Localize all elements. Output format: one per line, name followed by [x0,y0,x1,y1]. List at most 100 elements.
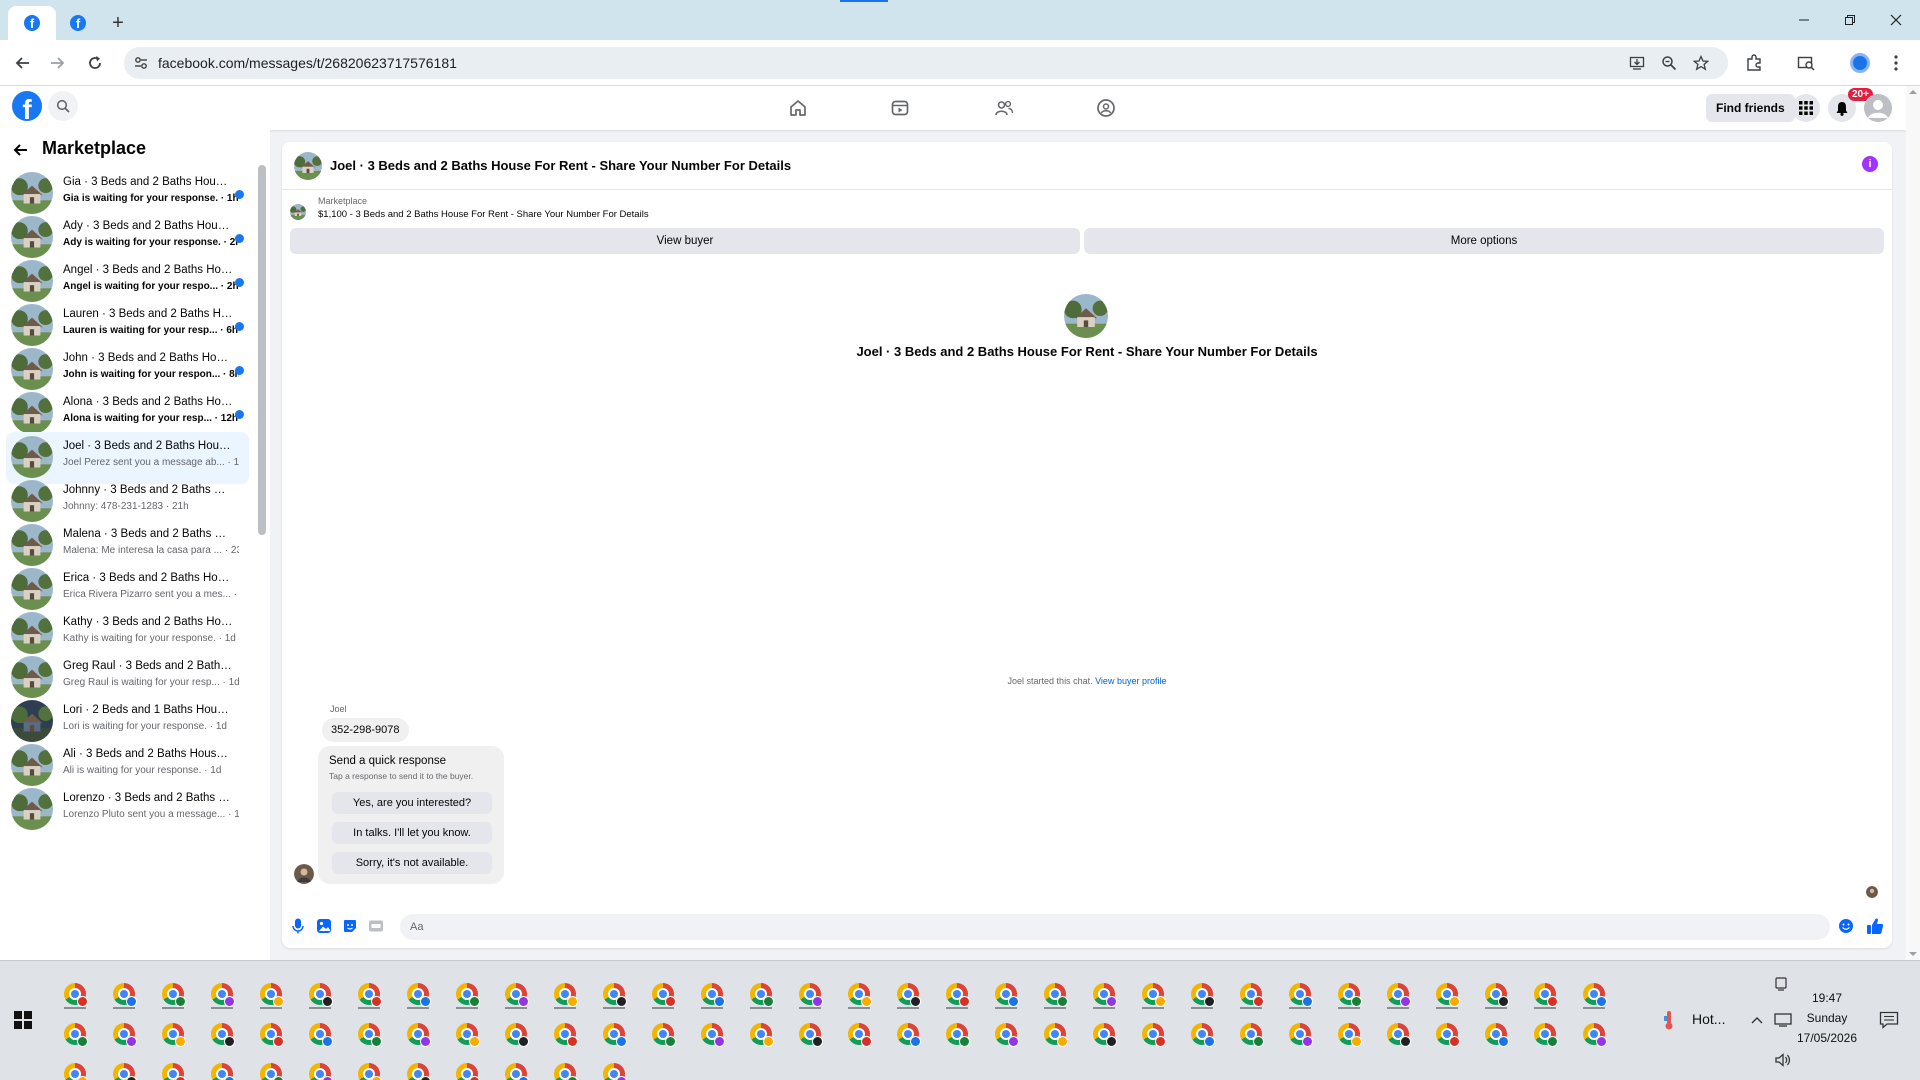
view-buyer-profile-link[interactable]: View buyer profile [1095,676,1166,686]
chrome-taskbar-icon[interactable] [354,1059,384,1080]
bookmark-star-icon[interactable] [1692,54,1710,72]
chrome-taskbar-icon[interactable] [109,979,139,1009]
zoom-icon[interactable] [1660,54,1678,72]
chrome-taskbar-icon[interactable] [1236,979,1266,1009]
chrome-taskbar-icon[interactable] [501,1059,531,1080]
chrome-taskbar-icon[interactable] [550,979,580,1009]
chrome-taskbar-icon[interactable] [1285,979,1315,1009]
volume-icon[interactable] [1768,1045,1798,1075]
chrome-taskbar-icon[interactable] [697,979,727,1009]
chrome-taskbar-icon[interactable] [1040,979,1070,1009]
chrome-taskbar-icon[interactable] [354,1019,384,1049]
chrome-taskbar-icon[interactable] [1334,1019,1364,1049]
friends-nav-icon[interactable] [992,96,1016,120]
chrome-taskbar-icon[interactable] [942,979,972,1009]
chrome-taskbar-icon[interactable] [893,979,923,1009]
chrome-taskbar-icon[interactable] [1138,979,1168,1009]
chrome-taskbar-icon[interactable] [452,979,482,1009]
browser-menu-icon[interactable] [1884,51,1908,75]
minimize-icon[interactable] [1784,8,1824,32]
sticker-icon[interactable] [342,918,358,934]
chrome-taskbar-icon[interactable] [501,979,531,1009]
home-nav-icon[interactable] [786,96,810,120]
profile-avatar-icon[interactable] [1848,51,1872,75]
account-avatar-button[interactable] [1864,94,1892,122]
quick-response-in-talks[interactable]: In talks. I'll let you know. [332,822,492,844]
menu-grid-button[interactable] [1792,94,1820,122]
weather-thermometer-icon[interactable] [1654,1005,1684,1035]
back-arrow-icon[interactable] [12,52,34,74]
chrome-taskbar-icon[interactable] [256,979,286,1009]
new-tab-button[interactable]: + [104,6,132,40]
forward-arrow-icon[interactable] [46,52,68,74]
chrome-taskbar-icon[interactable] [207,979,237,1009]
chrome-taskbar-icon[interactable] [1481,979,1511,1009]
gif-icon[interactable] [368,918,384,934]
chrome-taskbar-icon[interactable] [844,979,874,1009]
weather-text[interactable]: Hot... [1692,1011,1725,1027]
chrome-taskbar-icon[interactable] [109,1019,139,1049]
chrome-taskbar-icon[interactable] [1530,979,1560,1009]
chrome-taskbar-icon[interactable] [1334,979,1364,1009]
chrome-taskbar-icon[interactable] [599,1019,629,1049]
chrome-taskbar-icon[interactable] [746,1019,776,1049]
chrome-taskbar-icon[interactable] [60,1059,90,1080]
restore-icon[interactable] [1830,8,1870,32]
chrome-taskbar-icon[interactable] [305,1059,335,1080]
microphone-icon[interactable] [290,918,306,934]
site-settings-icon[interactable] [132,54,150,72]
thumbs-up-icon[interactable] [1866,917,1884,935]
chrome-taskbar-icon[interactable] [207,1019,237,1049]
groups-nav-icon[interactable] [1094,96,1118,120]
chrome-taskbar-icon[interactable] [795,979,825,1009]
browser-tab[interactable]: f [58,6,98,40]
chrome-taskbar-icon[interactable] [60,1019,90,1049]
chrome-taskbar-icon[interactable] [256,1059,286,1080]
chrome-taskbar-icon[interactable] [942,1019,972,1049]
chrome-taskbar-icon[interactable] [1481,1019,1511,1049]
more-options-button[interactable]: More options [1084,228,1884,254]
conversation-item[interactable]: Lorenzo · 3 Beds and 2 Baths House For R… [6,784,249,836]
page-scrollbar[interactable] [1906,86,1920,960]
chrome-taskbar-icon[interactable] [1530,1019,1560,1049]
chrome-taskbar-icon[interactable] [207,1059,237,1080]
chrome-taskbar-icon[interactable] [697,1019,727,1049]
chrome-taskbar-icon[interactable] [1285,1019,1315,1049]
install-app-icon[interactable] [1628,54,1646,72]
chrome-taskbar-icon[interactable] [648,1019,678,1049]
chrome-taskbar-icon[interactable] [844,1019,874,1049]
chrome-taskbar-icon[interactable] [403,1059,433,1080]
info-icon[interactable]: i [1862,156,1878,172]
chrome-taskbar-icon[interactable] [158,979,188,1009]
chrome-taskbar-icon[interactable] [550,1059,580,1080]
chrome-taskbar-icon[interactable] [599,1059,629,1080]
clock-day[interactable]: Sunday [1792,1011,1862,1025]
clock-date[interactable]: 17/05/2026 [1792,1031,1862,1045]
chrome-taskbar-icon[interactable] [403,1019,433,1049]
chrome-taskbar-icon[interactable] [746,979,776,1009]
chrome-taskbar-icon[interactable] [1089,979,1119,1009]
listing-avatar[interactable] [294,152,322,180]
chrome-taskbar-icon[interactable] [1040,1019,1070,1049]
reload-icon[interactable] [84,52,106,74]
chrome-taskbar-icon[interactable] [1187,979,1217,1009]
chrome-taskbar-icon[interactable] [501,1019,531,1049]
tab-search-icon[interactable] [1794,51,1818,75]
chrome-taskbar-icon[interactable] [158,1019,188,1049]
chrome-taskbar-icon[interactable] [893,1019,923,1049]
chrome-taskbar-icon[interactable] [1236,1019,1266,1049]
facebook-logo[interactable]: f [12,91,42,121]
chrome-taskbar-icon[interactable] [991,1019,1021,1049]
chrome-taskbar-icon[interactable] [109,1059,139,1080]
chrome-taskbar-icon[interactable] [795,1019,825,1049]
chrome-taskbar-icon[interactable] [599,979,629,1009]
clock-time[interactable]: 19:47 [1792,991,1862,1005]
chrome-taskbar-icon[interactable] [305,1019,335,1049]
chrome-taskbar-icon[interactable] [256,1019,286,1049]
chrome-taskbar-icon[interactable] [1383,1019,1413,1049]
video-nav-icon[interactable] [888,96,912,120]
close-window-icon[interactable] [1876,8,1916,32]
chrome-taskbar-icon[interactable] [1138,1019,1168,1049]
chrome-taskbar-icon[interactable] [550,1019,580,1049]
chrome-taskbar-icon[interactable] [158,1059,188,1080]
